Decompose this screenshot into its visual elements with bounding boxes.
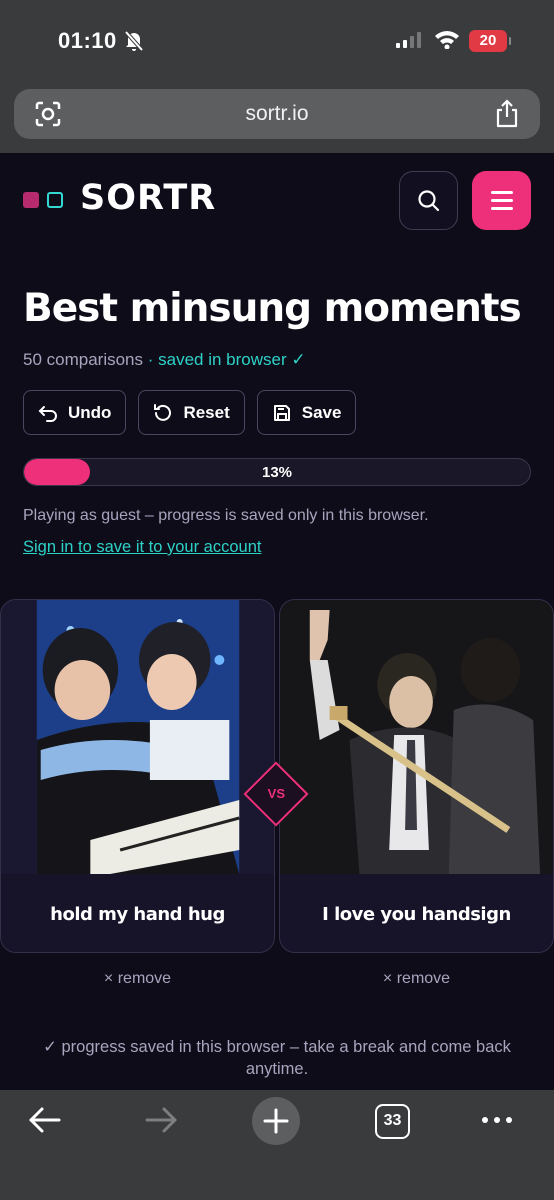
clock: 01:10: [58, 28, 117, 53]
vs-label: VS: [267, 786, 286, 802]
option-photo-left: [1, 600, 274, 874]
forward-arrow-icon[interactable]: [143, 1105, 179, 1135]
menu-button[interactable]: [472, 171, 531, 230]
option-label-left: hold my hand hug: [1, 874, 274, 952]
status-bar: 01:10 20: [0, 0, 554, 84]
share-icon[interactable]: [494, 99, 520, 129]
guest-note: Playing as guest – progress is saved onl…: [23, 507, 429, 524]
back-arrow-icon[interactable]: [27, 1105, 63, 1135]
logo-square-teal: [47, 192, 63, 208]
saved-status: · saved in browser ✓: [147, 350, 306, 369]
brand-logo[interactable]: SORTR: [80, 178, 216, 218]
bell-muted-icon: [124, 30, 144, 52]
battery-indicator: 20: [469, 30, 511, 52]
progress-bar: 13%: [23, 458, 531, 486]
option-photo-right: [280, 600, 553, 874]
logo-square-pink: [23, 192, 39, 208]
save-icon: [273, 404, 290, 421]
save-button[interactable]: Save: [256, 390, 357, 435]
more-options-icon[interactable]: [482, 1117, 512, 1123]
sign-in-link[interactable]: Sign in to save it to your account: [23, 538, 261, 557]
progress-label: 13%: [261, 464, 293, 481]
remove-left-button[interactable]: × remove: [0, 970, 275, 988]
undo-button[interactable]: Undo: [23, 390, 127, 435]
reset-button[interactable]: Reset: [138, 390, 245, 435]
address-bar[interactable]: sortr.io: [14, 89, 540, 139]
browser-toolbar: 33: [0, 1090, 554, 1200]
reset-icon: [154, 403, 172, 421]
new-tab-button[interactable]: [252, 1097, 300, 1145]
sorter-meta: 50 comparisons · saved in browser ✓: [23, 350, 306, 370]
action-bar: Undo Reset Save: [23, 390, 357, 435]
save-label: Save: [301, 402, 342, 422]
search-button[interactable]: [399, 171, 458, 230]
option-card-right[interactable]: I love you handsign: [279, 599, 554, 953]
reset-label: Reset: [183, 402, 230, 422]
option-card-left[interactable]: hold my hand hug: [0, 599, 275, 953]
menu-icon: [491, 191, 513, 194]
url-text[interactable]: sortr.io: [14, 102, 540, 126]
signal-icon: [396, 32, 421, 48]
comparisons-count: 50 comparisons: [23, 350, 144, 369]
plus-icon: [263, 1108, 289, 1134]
undo-label: Undo: [68, 402, 112, 422]
progress-saved-note: ✓ progress saved in this browser – take …: [43, 1038, 511, 1078]
option-label-right: I love you handsign: [280, 874, 553, 952]
page-title: Best minsung moments: [23, 286, 522, 331]
search-icon: [418, 190, 440, 212]
remove-right-button[interactable]: × remove: [279, 970, 554, 988]
undo-icon: [38, 405, 57, 422]
wifi-icon: [435, 31, 459, 49]
tabs-button[interactable]: 33: [375, 1104, 410, 1139]
